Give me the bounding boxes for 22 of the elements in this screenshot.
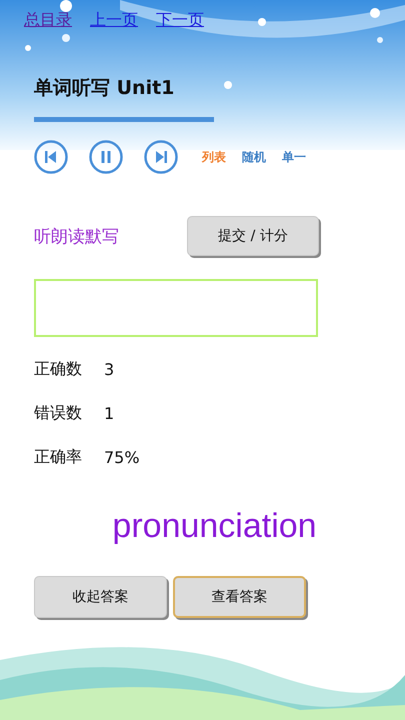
mode-tab[interactable]: 随机: [242, 148, 266, 166]
answer-button[interactable]: 收起答案: [34, 576, 167, 618]
stat-label: 正确率: [34, 446, 83, 468]
section-label: 听朗读默写: [34, 226, 120, 248]
stat-label: 错误数: [34, 402, 83, 424]
pause-icon[interactable]: [89, 140, 123, 174]
answer-field[interactable]: [34, 279, 318, 337]
mode-tab[interactable]: 单一: [282, 148, 306, 166]
stat-value: 1: [104, 404, 114, 422]
nav-link[interactable]: 上一页: [90, 10, 138, 31]
skip-forward-icon[interactable]: [144, 140, 178, 174]
answer-word: pronunciation: [111, 507, 318, 546]
stat-label: 正确数: [34, 358, 83, 380]
submit-button[interactable]: 提交 / 计分: [187, 216, 319, 256]
nav-link[interactable]: 下一页: [156, 10, 204, 31]
mode-tab[interactable]: 列表: [202, 148, 226, 166]
answer-button[interactable]: 查看答案: [173, 576, 306, 618]
stat-value: 3: [104, 360, 114, 378]
skip-back-icon[interactable]: [34, 140, 68, 174]
stat-value: 75%: [104, 448, 140, 466]
nav-link[interactable]: 总目录: [24, 10, 72, 31]
page-title: 单词听写 Unit1: [34, 76, 176, 101]
